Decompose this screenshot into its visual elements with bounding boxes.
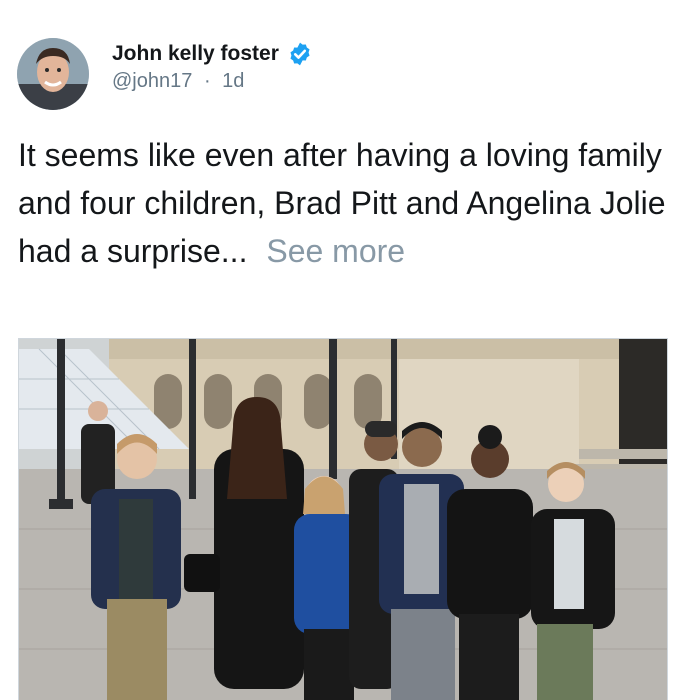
avatar-image [17,38,89,110]
photo-image [19,339,667,700]
verified-badge-icon [290,42,310,66]
avatar[interactable] [17,38,89,110]
tweet-card: John kelly foster @john17 · 1d It seems … [0,0,700,700]
tweet-text: It seems like even after having a loving… [18,131,688,275]
author-row: John kelly foster [112,40,313,68]
author-name[interactable]: John kelly foster [112,42,279,66]
author-handle[interactable]: @john17 [112,70,192,92]
meta-separator: · [203,70,211,92]
tweet-meta: @john17 · 1d [112,70,244,93]
see-more-link[interactable]: See more [266,233,405,269]
tweet-timestamp[interactable]: 1d [222,70,244,92]
tweet-photo[interactable] [18,338,668,700]
